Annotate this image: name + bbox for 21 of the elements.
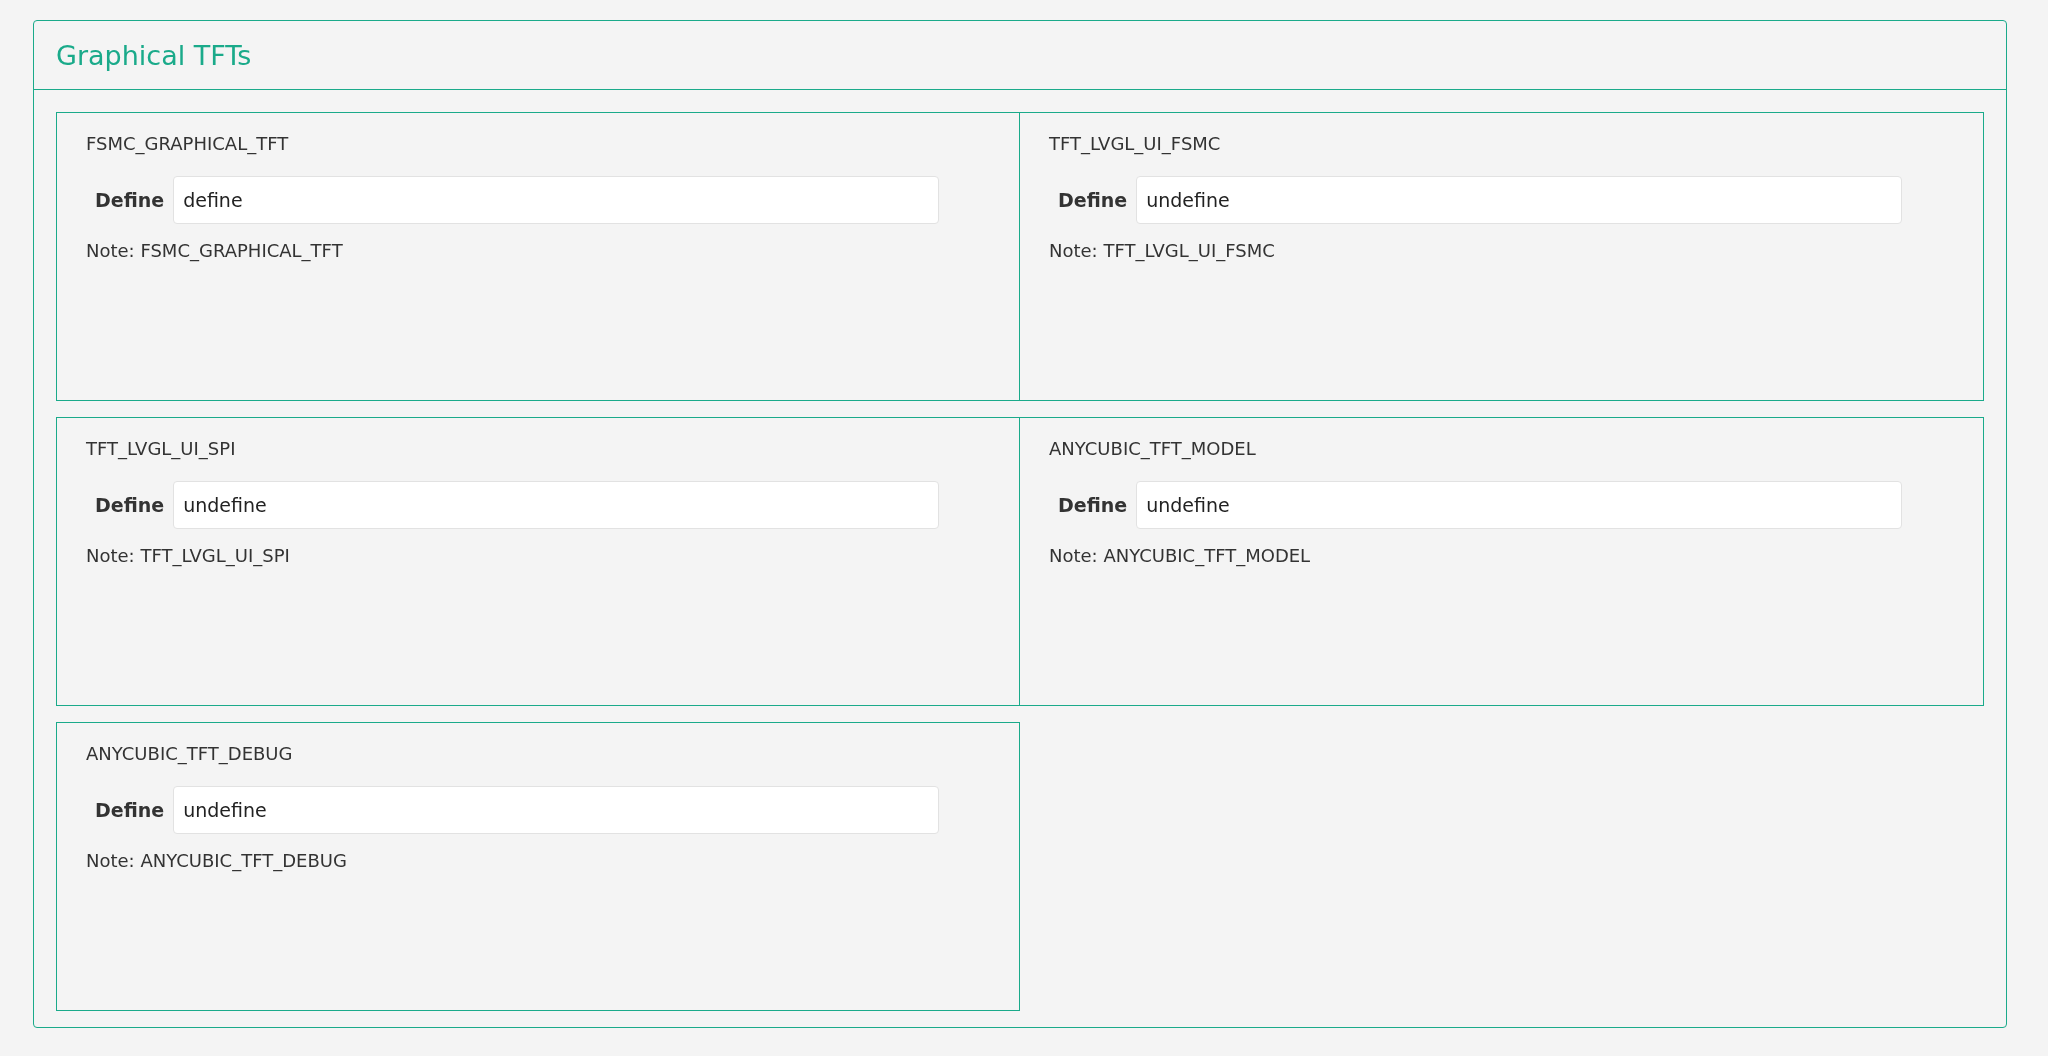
note-text: Note: FSMC_GRAPHICAL_TFT (86, 240, 343, 261)
input-field[interactable]: define (173, 176, 940, 224)
define-label: Define (1058, 189, 1128, 211)
note-text: Note: ANYCUBIC_TFT_MODEL (1049, 545, 1311, 566)
define-label: Define (1058, 494, 1128, 516)
note-text: Note: ANYCUBIC_TFT_DEBUG (86, 850, 347, 871)
define-label: Define (95, 494, 165, 516)
option-name: TFT_LVGL_UI_FSMC (1049, 133, 1221, 154)
input-field[interactable]: undefine (173, 786, 940, 834)
input-field[interactable]: undefine (173, 481, 940, 529)
option-name: TFT_LVGL_UI_SPI (86, 438, 236, 459)
option-name: FSMC_GRAPHICAL_TFT (86, 133, 289, 154)
panel-title: Graphical TFTs (56, 39, 252, 71)
input-field[interactable]: undefine (1136, 481, 1903, 529)
define-label: Define (95, 189, 165, 211)
option-name: ANYCUBIC_TFT_MODEL (1049, 438, 1256, 459)
option-name: ANYCUBIC_TFT_DEBUG (86, 743, 293, 764)
input-field[interactable]: undefine (1136, 176, 1903, 224)
note-text: Note: TFT_LVGL_UI_FSMC (1049, 240, 1275, 261)
note-text: Note: TFT_LVGL_UI_SPI (86, 545, 290, 566)
define-label: Define (95, 799, 165, 821)
